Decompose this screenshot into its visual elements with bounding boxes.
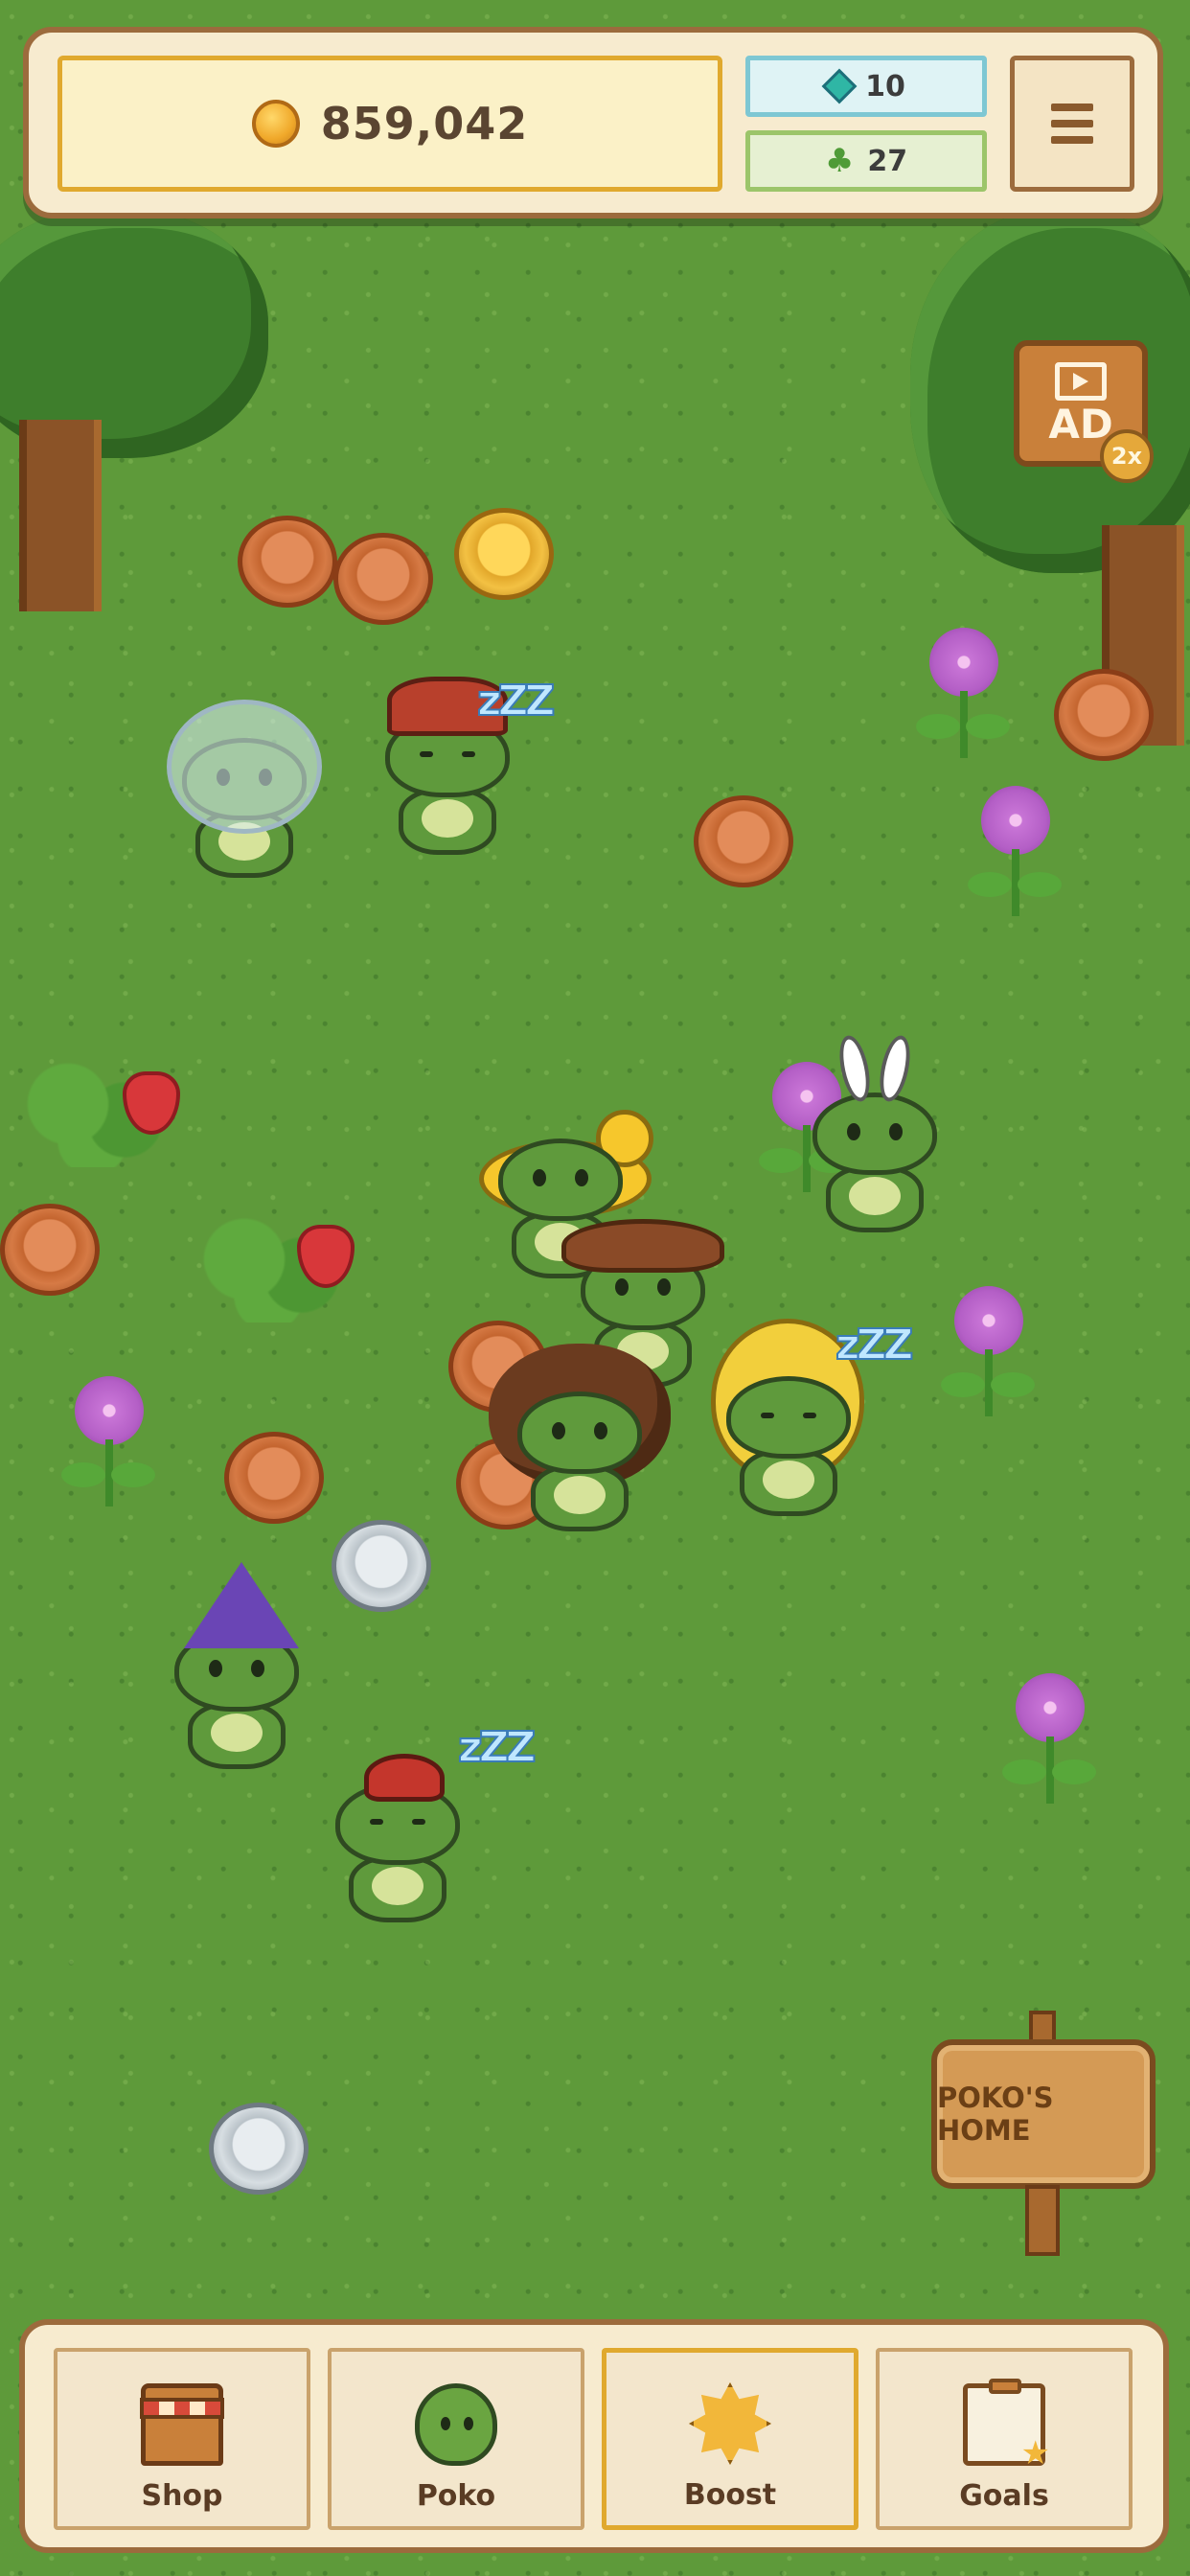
tree-trunk	[19, 420, 102, 611]
hamburger-menu-icon	[1051, 136, 1093, 144]
clover-count: 27	[867, 144, 908, 178]
purple-flower	[996, 1673, 1102, 1817]
bottom-nav: Shop Poko Boost Goals	[19, 2319, 1169, 2553]
purple-flower	[910, 628, 1016, 771]
nav-label: Shop	[141, 2479, 223, 2513]
tree-left	[0, 209, 278, 611]
clover-icon: ♣	[824, 142, 855, 180]
copper-coin[interactable]	[238, 516, 337, 608]
purple-flower	[935, 1286, 1041, 1430]
sleep-zzz-indicator: zZZ	[835, 1320, 914, 1370]
shop-stall-icon	[140, 2383, 224, 2466]
nav-shop-button[interactable]: Shop	[54, 2348, 310, 2530]
frog-afro[interactable]	[489, 1344, 671, 1535]
strawberry-bush[interactable]	[19, 1033, 192, 1177]
sign-text: POKO'S HOME	[937, 2082, 1054, 2147]
nav-goals-button[interactable]: Goals	[876, 2348, 1133, 2530]
nav-boost-button[interactable]: Boost	[602, 2348, 858, 2530]
wizard-hat	[184, 1562, 299, 1648]
ad-label: AD	[1048, 401, 1113, 448]
copper-coin[interactable]	[333, 533, 433, 625]
multiplier-badge: 2x	[1100, 429, 1154, 483]
space-helmet	[167, 700, 322, 834]
video-play-icon	[1055, 362, 1107, 401]
clipboard-star-icon	[963, 2379, 1050, 2472]
nav-label: Poko	[416, 2479, 496, 2513]
frog-face-icon	[415, 2383, 497, 2466]
copper-coin[interactable]	[1054, 669, 1154, 761]
gem-counter: 10	[745, 56, 987, 117]
gem-count: 10	[865, 69, 905, 104]
sleep-zzz-indicator: zZZ	[476, 676, 556, 726]
purple-flower	[56, 1376, 161, 1520]
copper-coin[interactable]	[224, 1432, 324, 1524]
bunny-ear	[875, 1032, 915, 1105]
purple-flower	[962, 786, 1067, 930]
top-hud: 859,042 10 ♣ 27	[23, 27, 1163, 218]
gem-icon	[821, 68, 858, 104]
sign-post	[1025, 2185, 1060, 2256]
hamburger-menu-icon	[1051, 104, 1093, 111]
nav-label: Boost	[683, 2478, 777, 2512]
copper-coin[interactable]	[694, 795, 793, 887]
frog-wizard[interactable]	[165, 1562, 309, 1773]
silver-coin[interactable]	[209, 2103, 309, 2195]
boost-badge-icon	[689, 2382, 771, 2465]
pokos-home-sign[interactable]: POKO'S HOME	[931, 2039, 1156, 2189]
cowboy-hat	[561, 1219, 724, 1273]
sleep-zzz-indicator: zZZ	[457, 1722, 537, 1773]
coin-icon	[251, 100, 300, 148]
frog-space-helmet[interactable]	[167, 700, 322, 882]
clover-counter: ♣ 27	[745, 130, 987, 192]
strawberry-bush[interactable]	[195, 1188, 368, 1332]
coin-counter: 859,042	[57, 56, 722, 192]
nav-poko-button[interactable]: Poko	[328, 2348, 584, 2530]
frog-bunny-ears[interactable]	[803, 1032, 947, 1236]
copper-coin[interactable]	[0, 1204, 100, 1296]
party-hat	[364, 1754, 445, 1802]
hamburger-menu-icon	[1051, 120, 1093, 127]
silver-coin[interactable]	[332, 1520, 431, 1612]
gold-coin[interactable]	[454, 508, 554, 600]
frog-party-hat-sleeping[interactable]	[326, 1744, 469, 1926]
nav-label: Goals	[959, 2479, 1049, 2513]
menu-button[interactable]	[1010, 56, 1134, 192]
coin-count: 859,042	[320, 98, 529, 150]
